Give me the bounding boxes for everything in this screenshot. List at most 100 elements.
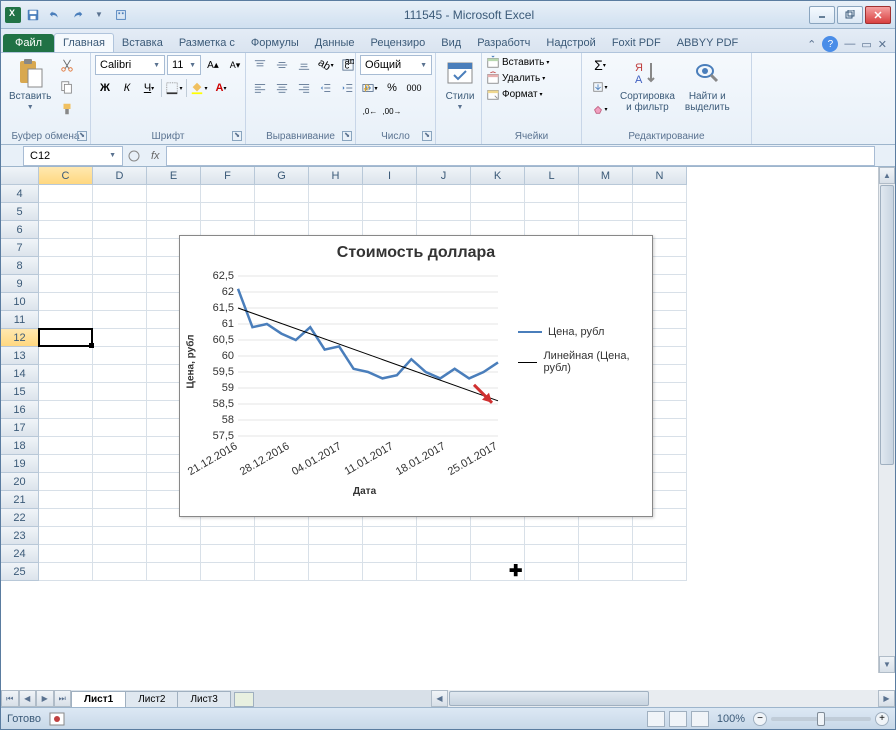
tab-главная[interactable]: Главная — [54, 33, 114, 52]
minimize-button[interactable] — [809, 6, 835, 24]
shrink-font-icon[interactable]: A▾ — [225, 55, 245, 75]
decrease-indent-icon[interactable] — [316, 78, 336, 98]
comma-icon[interactable]: 000 — [404, 78, 424, 98]
normal-view-icon[interactable] — [647, 711, 665, 727]
orientation-icon[interactable]: ab▾ — [316, 55, 336, 75]
vscroll-thumb[interactable] — [880, 185, 894, 465]
row-header-5[interactable]: 5 — [1, 203, 39, 221]
scroll-left-button[interactable]: ◀ — [431, 690, 448, 707]
col-header-I[interactable]: I — [363, 167, 417, 185]
tab-abbyy pdf[interactable]: ABBYY PDF — [669, 34, 747, 52]
sheet-tab-Лист3[interactable]: Лист3 — [177, 691, 230, 707]
fill-color-icon[interactable]: ▾ — [189, 78, 209, 98]
row-header-9[interactable]: 9 — [1, 275, 39, 293]
sort-filter-button[interactable]: ЯА Сортировка и фильтр — [616, 55, 679, 115]
embedded-chart[interactable]: Стоимость доллараЦена, рублДата57,55858,… — [179, 235, 653, 517]
qat-customize-icon[interactable]: ▼ — [91, 7, 107, 23]
row-header-14[interactable]: 14 — [1, 365, 39, 383]
file-tab[interactable]: Файл — [3, 34, 54, 52]
redo-icon[interactable] — [69, 7, 85, 23]
row-header-21[interactable]: 21 — [1, 491, 39, 509]
sheet-tab-Лист2[interactable]: Лист2 — [125, 691, 178, 707]
doc-restore-icon[interactable]: ▭ — [861, 38, 871, 51]
close-button[interactable] — [865, 6, 891, 24]
row-header-16[interactable]: 16 — [1, 401, 39, 419]
col-header-M[interactable]: M — [579, 167, 633, 185]
page-break-view-icon[interactable] — [691, 711, 709, 727]
borders-icon[interactable]: ▾ — [164, 78, 184, 98]
page-layout-view-icon[interactable] — [669, 711, 687, 727]
scroll-right-button[interactable]: ▶ — [878, 690, 895, 707]
col-header-K[interactable]: K — [471, 167, 525, 185]
increase-decimal-icon[interactable]: ,0← — [360, 101, 380, 121]
tab-вставка[interactable]: Вставка — [114, 34, 171, 52]
alignment-launcher[interactable]: ⬊ — [342, 131, 352, 141]
row-header-23[interactable]: 23 — [1, 527, 39, 545]
autosum-icon[interactable]: Σ▾ — [586, 55, 614, 75]
hscroll-thumb[interactable] — [449, 691, 649, 706]
vertical-scrollbar[interactable]: ▲ ▼ — [878, 167, 895, 673]
copy-icon[interactable] — [57, 77, 77, 97]
row-header-24[interactable]: 24 — [1, 545, 39, 563]
tab-разработч[interactable]: Разработч — [469, 34, 538, 52]
horizontal-scrollbar[interactable]: ◀ ▶ — [431, 690, 895, 707]
tab-foxit pdf[interactable]: Foxit PDF — [604, 34, 669, 52]
row-header-18[interactable]: 18 — [1, 437, 39, 455]
sheet-tab-Лист1[interactable]: Лист1 — [71, 691, 126, 707]
format-cells-button[interactable]: Формат▾ — [486, 87, 543, 101]
tab-данные[interactable]: Данные — [307, 34, 363, 52]
styles-button[interactable]: Стили ▼ — [440, 55, 480, 113]
maximize-button[interactable] — [837, 6, 863, 24]
col-header-F[interactable]: F — [201, 167, 255, 185]
font-launcher[interactable]: ⬊ — [232, 131, 242, 141]
clear-icon[interactable]: ▾ — [586, 99, 614, 119]
row-header-13[interactable]: 13 — [1, 347, 39, 365]
tab-вид[interactable]: Вид — [433, 34, 469, 52]
col-header-D[interactable]: D — [93, 167, 147, 185]
find-select-button[interactable]: Найти и выделить — [681, 55, 734, 115]
align-left-icon[interactable] — [250, 78, 270, 98]
zoom-slider[interactable] — [771, 717, 871, 721]
sheet-nav-prev[interactable]: ◀ — [19, 690, 37, 707]
wrap-text-icon[interactable]: abc — [338, 55, 358, 75]
underline-icon[interactable]: Ч▾ — [139, 78, 159, 98]
qat-extra-icon[interactable] — [113, 7, 129, 23]
zoom-thumb[interactable] — [817, 712, 825, 726]
tab-надстрой[interactable]: Надстрой — [538, 34, 603, 52]
fx-icon[interactable]: fx — [151, 150, 160, 162]
undo-icon[interactable] — [47, 7, 63, 23]
align-right-icon[interactable] — [294, 78, 314, 98]
zoom-in-button[interactable]: + — [875, 712, 889, 726]
number-format-combo[interactable]: Общий▼ — [360, 55, 432, 75]
cells-area[interactable]: Стоимость доллараЦена, рублДата57,55858,… — [39, 185, 878, 673]
tab-формулы[interactable]: Формулы — [243, 34, 307, 52]
align-middle-icon[interactable] — [272, 55, 292, 75]
font-size-combo[interactable]: 11▼ — [167, 55, 201, 75]
col-header-H[interactable]: H — [309, 167, 363, 185]
select-all-button[interactable] — [1, 167, 39, 185]
align-bottom-icon[interactable] — [294, 55, 314, 75]
insert-cells-button[interactable]: Вставить▾ — [486, 55, 549, 69]
cut-icon[interactable] — [57, 55, 77, 75]
percent-icon[interactable]: % — [382, 78, 402, 98]
italic-icon[interactable]: К — [117, 78, 137, 98]
col-header-L[interactable]: L — [525, 167, 579, 185]
row-header-10[interactable]: 10 — [1, 293, 39, 311]
tab-разметка с[interactable]: Разметка с — [171, 34, 243, 52]
col-header-E[interactable]: E — [147, 167, 201, 185]
row-header-11[interactable]: 11 — [1, 311, 39, 329]
zoom-out-button[interactable]: − — [753, 712, 767, 726]
format-painter-icon[interactable] — [57, 99, 77, 119]
row-header-15[interactable]: 15 — [1, 383, 39, 401]
row-header-17[interactable]: 17 — [1, 419, 39, 437]
row-header-12[interactable]: 12 — [1, 329, 39, 347]
zoom-percent[interactable]: 100% — [717, 713, 745, 725]
row-header-25[interactable]: 25 — [1, 563, 39, 581]
sheet-nav-last[interactable]: ⏭ — [54, 690, 72, 707]
increase-indent-icon[interactable] — [338, 78, 358, 98]
col-header-G[interactable]: G — [255, 167, 309, 185]
font-name-combo[interactable]: Calibri▼ — [95, 55, 165, 75]
row-header-7[interactable]: 7 — [1, 239, 39, 257]
paste-button[interactable]: Вставить ▼ — [5, 55, 55, 113]
grow-font-icon[interactable]: A▴ — [203, 55, 223, 75]
